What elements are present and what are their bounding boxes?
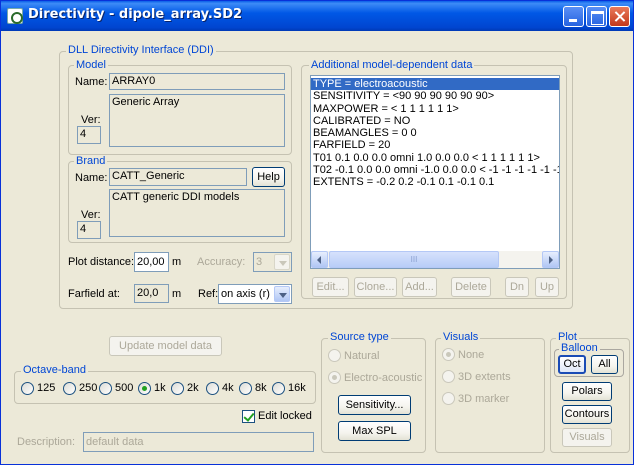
app-icon <box>7 8 23 24</box>
additional-data-lines: TYPE = electroacoustic SENSITIVITY = <90… <box>311 76 559 189</box>
visuals-title: Visuals <box>441 331 481 343</box>
minimize-button[interactable] <box>563 6 584 27</box>
visuals-3d-extents-label: 3D extents <box>458 371 511 383</box>
plot-distance-input[interactable]: 20,00 <box>134 252 169 272</box>
octave-label-4k: 4k <box>222 382 234 394</box>
balloon-oct-button[interactable]: Oct <box>558 355 586 374</box>
ref-dropdown-icon[interactable] <box>274 286 290 302</box>
delete-button[interactable]: Delete <box>451 277 491 297</box>
scroll-left-icon[interactable] <box>311 251 328 268</box>
max-spl-button[interactable]: Max SPL <box>338 421 411 441</box>
edit-locked-label: Edit locked <box>258 410 312 422</box>
ref-value: on axis (r) <box>221 288 270 300</box>
octave-radio-125[interactable] <box>21 382 34 395</box>
model-name-label: Name: <box>75 76 108 88</box>
brand-group-title: Brand <box>74 155 108 167</box>
scroll-thumb[interactable]: III <box>329 251 499 268</box>
polars-button[interactable]: Polars <box>562 382 612 401</box>
brand-name-label: Name: <box>75 172 108 184</box>
plot-distance-label: Plot distance: <box>68 256 135 268</box>
plot-distance-unit: m <box>172 256 182 268</box>
accuracy-label: Accuracy: <box>197 256 246 268</box>
octave-radio-8k[interactable] <box>239 382 252 395</box>
list-item[interactable]: CALIBRATED = NO <box>311 115 559 127</box>
description-input[interactable]: default data <box>83 432 314 452</box>
model-group-title: Model <box>74 59 108 71</box>
list-item[interactable]: SENSITIVITY = <90 90 90 90 90 90> <box>311 90 559 102</box>
brand-name-field: CATT_Generic <box>109 168 247 186</box>
window-title: Directivity - dipole_array.SD2 <box>28 7 243 22</box>
balloon-all-button[interactable]: All <box>591 355 618 374</box>
octave-radio-4k[interactable] <box>206 382 219 395</box>
accuracy-value: 3 <box>256 256 263 268</box>
add-button[interactable]: Add... <box>402 277 437 297</box>
model-name-field: ARRAY0 <box>109 73 285 90</box>
maximize-button[interactable] <box>586 6 607 27</box>
visuals-none-label: None <box>458 349 485 361</box>
brand-ver-label: Ver: <box>81 209 101 221</box>
octave-band-title: Octave-band <box>21 364 88 376</box>
edit-button[interactable]: Edit... <box>312 277 349 297</box>
octave-label-125: 125 <box>37 382 56 394</box>
accuracy-dropdown-icon[interactable] <box>274 254 290 270</box>
description-label: Description: <box>17 436 76 448</box>
octave-label-2k: 2k <box>187 382 199 394</box>
farfield-field: 20,0 <box>134 284 169 303</box>
octave-radio-1k[interactable] <box>138 382 151 395</box>
visuals-3d-marker-label: 3D marker <box>458 393 510 405</box>
close-button[interactable] <box>609 6 630 27</box>
octave-radio-500[interactable] <box>99 382 112 395</box>
model-ver-field: 4 <box>77 126 101 144</box>
octave-radio-16k[interactable] <box>272 382 285 395</box>
visuals-plot-button[interactable]: Visuals <box>562 428 612 447</box>
source-electroacoustic-radio[interactable] <box>328 371 341 384</box>
model-description-field: Generic Array <box>109 94 285 147</box>
octave-label-250: 250 <box>79 382 98 394</box>
model-ver-label: Ver: <box>81 114 101 126</box>
move-down-button[interactable]: Dn <box>505 277 529 297</box>
list-item[interactable]: EXTENTS = -0.2 0.2 -0.1 0.1 -0.1 0.1 <box>311 176 559 188</box>
octave-label-16k: 16k <box>288 382 306 394</box>
source-electroacoustic-label: Electro-acoustic <box>344 372 423 384</box>
brand-description-field: CATT generic DDI models <box>109 189 285 237</box>
source-natural-label: Natural <box>344 350 380 362</box>
farfield-label: Farfield at: <box>68 288 120 300</box>
title-bar[interactable]: Directivity - dipole_array.SD2 <box>1 1 633 31</box>
list-item[interactable]: MAXPOWER = < 1 1 1 1 1 1> <box>311 103 559 115</box>
list-item[interactable]: BEAMANGLES = 0 0 <box>311 127 559 139</box>
additional-data-group-title: Additional model-dependent data <box>309 59 475 71</box>
ref-label: Ref: <box>198 288 219 300</box>
horizontal-scrollbar[interactable]: III <box>311 251 559 268</box>
source-natural-radio[interactable] <box>328 349 341 362</box>
clone-button[interactable]: Clone... <box>354 277 397 297</box>
list-item[interactable]: FARFIELD = 20 <box>311 139 559 151</box>
visuals-3d-extents-radio[interactable] <box>442 370 455 383</box>
visuals-none-radio[interactable] <box>442 348 455 361</box>
help-button[interactable]: Help <box>252 167 285 187</box>
source-type-title: Source type <box>328 331 391 343</box>
octave-radio-250[interactable] <box>63 382 76 395</box>
edit-locked-checkbox[interactable] <box>242 410 255 423</box>
update-model-data-button[interactable]: Update model data <box>109 336 222 356</box>
brand-ver-field: 4 <box>77 221 101 239</box>
farfield-unit: m <box>172 288 182 300</box>
visuals-3d-marker-radio[interactable] <box>442 392 455 405</box>
contours-button[interactable]: Contours <box>562 405 612 424</box>
move-up-button[interactable]: Up <box>535 277 559 297</box>
octave-label-500: 500 <box>115 382 134 394</box>
scroll-right-icon[interactable] <box>542 251 559 268</box>
balloon-title: Balloon <box>559 342 600 354</box>
directivity-window: Directivity - dipole_array.SD2 DLL Direc… <box>0 0 634 465</box>
octave-label-1k: 1k <box>154 382 166 394</box>
sensitivity-button[interactable]: Sensitivity... <box>338 395 411 415</box>
ddi-group-title: DLL Directivity Interface (DDI) <box>66 44 216 56</box>
list-item[interactable]: T01 0.1 0.0 0.0 omni 1.0 0.0 0.0 < 1 1 1… <box>311 152 559 164</box>
list-item[interactable]: T02 -0.1 0.0 0.0 omni -1.0 0.0 0.0 < -1 … <box>311 164 559 176</box>
additional-data-list[interactable]: TYPE = electroacoustic SENSITIVITY = <90… <box>310 75 560 269</box>
octave-radio-2k[interactable] <box>171 382 184 395</box>
octave-label-8k: 8k <box>255 382 267 394</box>
list-item[interactable]: TYPE = electroacoustic <box>311 78 559 91</box>
